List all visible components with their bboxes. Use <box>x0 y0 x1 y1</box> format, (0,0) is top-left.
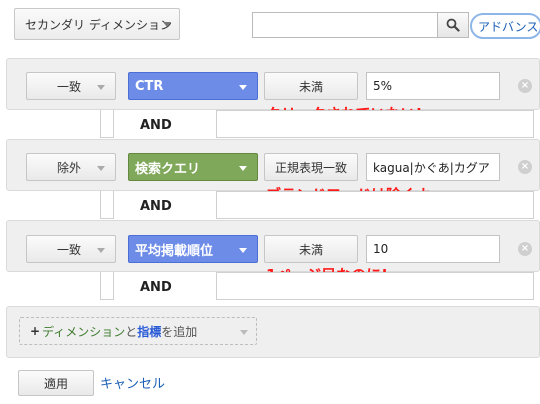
cancel-link[interactable]: キャンセル <box>100 373 165 392</box>
remove-icon[interactable]: × <box>518 242 532 256</box>
connector-box <box>216 110 534 138</box>
and-label: AND <box>140 118 172 133</box>
dimension-label-2: 検索クエリ <box>135 161 201 177</box>
chevron-down-icon <box>97 248 105 253</box>
connector-box <box>100 110 114 138</box>
value-input-3[interactable]: 10 <box>366 235 500 263</box>
connector-box <box>216 272 534 300</box>
operator-label-2: 正規表現一致 <box>274 160 347 175</box>
include-select-1[interactable]: 一致 <box>26 72 116 100</box>
connector-box <box>100 191 114 219</box>
dimension-chip-1[interactable]: CTR <box>128 72 258 100</box>
apply-button[interactable]: 適用 <box>18 370 94 396</box>
secondary-dimension-select[interactable]: セカンダリ ディメンション <box>14 8 180 40</box>
search-icon <box>446 18 460 32</box>
dimension-label-1: CTR <box>135 78 164 94</box>
value-input-1[interactable]: 5% <box>366 72 500 100</box>
operator-select-2[interactable]: 正規表現一致 <box>264 153 358 181</box>
operator-label-1: 未満 <box>298 79 323 94</box>
dimension-label-3: 平均掲載順位 <box>135 243 214 259</box>
add-metric-text: 指標 <box>137 324 162 339</box>
include-label-1: 一致 <box>57 79 82 94</box>
include-select-3[interactable]: 一致 <box>26 235 116 263</box>
connector-box <box>100 272 114 300</box>
apply-label: 適用 <box>43 376 68 391</box>
chevron-down-icon <box>240 330 248 335</box>
plus-icon: + <box>30 324 41 338</box>
dimension-chip-3[interactable]: 平均掲載順位 <box>128 235 258 263</box>
advanced-link[interactable]: アドバンス <box>470 13 540 39</box>
and-label: AND <box>140 199 172 214</box>
chevron-down-icon <box>239 248 247 253</box>
include-label-2: 除外 <box>57 160 82 175</box>
dimension-chip-2[interactable]: 検索クエリ <box>128 153 258 181</box>
secondary-dimension-label: セカンダリ ディメンション <box>25 17 172 32</box>
chevron-down-icon <box>97 166 105 171</box>
chevron-down-icon <box>239 85 247 90</box>
operator-select-3[interactable]: 未満 <box>264 235 358 263</box>
add-suffix-text: を追加 <box>161 324 198 339</box>
add-dimension-or-metric-button[interactable]: + ディメンション と 指標 を追加 <box>19 317 257 345</box>
operator-select-1[interactable]: 未満 <box>264 72 358 100</box>
include-label-3: 一致 <box>57 242 82 257</box>
operator-label-3: 未満 <box>298 242 323 257</box>
chevron-down-icon <box>163 22 171 27</box>
add-and-text: と <box>125 324 138 339</box>
include-select-2[interactable]: 除外 <box>26 153 116 181</box>
remove-icon[interactable]: × <box>518 160 532 174</box>
remove-icon[interactable]: × <box>518 79 532 93</box>
add-dimension-text: ディメンション <box>42 324 126 339</box>
chevron-down-icon <box>239 166 247 171</box>
search-button[interactable] <box>437 12 469 38</box>
chevron-down-icon <box>97 85 105 90</box>
and-label: AND <box>140 280 172 295</box>
connector-box <box>216 191 534 219</box>
value-input-2[interactable]: kagua|かぐあ|カグア <box>366 153 500 181</box>
search-input[interactable] <box>252 12 438 38</box>
